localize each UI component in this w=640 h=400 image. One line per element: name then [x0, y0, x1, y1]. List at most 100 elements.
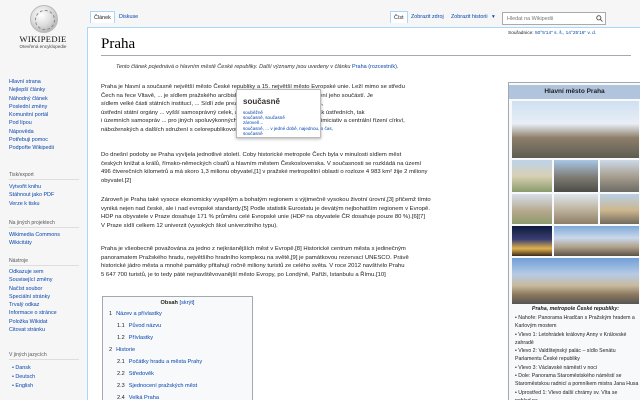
projects-heading[interactable]: Na jiných projektech: [9, 220, 79, 228]
paragraph-line: V Praze sídlí celkem 12 univerzit (vysok…: [101, 222, 278, 229]
sidebar-tool-link-2[interactable]: Načíst soubor: [9, 285, 87, 293]
infobox-caption-line: • Vlevo 1: Letohrádek královny Anny v Kr…: [515, 331, 627, 338]
sidebar-nav-link-3[interactable]: Poslední změny: [9, 103, 87, 111]
toc-item-label: Historie: [116, 347, 136, 353]
toc-item-number: 1: [109, 311, 113, 317]
sidebar-project-link-0[interactable]: Wikimedia Commons: [9, 231, 87, 239]
toc-item[interactable]: 2.1 Počátky hradu a města Prahy: [117, 359, 202, 365]
sidebar-nav-link-5[interactable]: Pod lípou: [9, 119, 87, 127]
table-of-contents: Obsah [skrýt] 1 Název a přívlastky 1.1 Půvo…: [102, 296, 253, 400]
toc-item[interactable]: 2.3 Sjednocení pražských měst: [117, 383, 197, 389]
photo-st-vitus-cathedral[interactable]: [554, 160, 598, 192]
coordinates: Souřadnice: 50°5′14″ s. š., 14°25′16″ v.…: [508, 31, 596, 36]
paragraph-tourism: Praha je všeobecně považována za jedno z…: [101, 245, 505, 279]
tab-read[interactable]: Číst: [390, 11, 408, 23]
toc-item[interactable]: 2 Historie: [109, 347, 135, 353]
language-link-0[interactable]: • Dansk: [12, 364, 35, 373]
sidebar-nav-link-2[interactable]: Náhodný článek: [9, 95, 87, 103]
title-divider: [101, 55, 631, 56]
sidebar-print-link-2[interactable]: Verze k tisku: [9, 200, 87, 208]
photo-church[interactable]: [600, 160, 639, 192]
article-content: Souřadnice: 50°5′14″ s. š., 14°25′16″ v.…: [87, 27, 640, 400]
photo-old-town-square[interactable]: [512, 258, 639, 304]
toc-item-number: 2.4: [117, 395, 125, 400]
more-menu-icon[interactable]: ▾: [489, 11, 498, 23]
sidebar-tool-link-1[interactable]: Související změny: [9, 276, 87, 284]
search-input[interactable]: Hledat na Wikipedii: [502, 12, 606, 25]
language-link-1[interactable]: • Deutsch: [12, 373, 35, 382]
toc-item-label: Sjednocení pražských měst: [128, 383, 198, 389]
languages-navigation: • Dansk • Deutsch • English: [12, 364, 35, 391]
sidebar-print-link-0[interactable]: Vytvořit knihu: [9, 183, 87, 191]
print-navigation: Vytvořit knihu Stáhnout jako PDF Verze k t…: [9, 183, 87, 208]
sidebar-nav-link-8[interactable]: Podpořte Wikipedii: [9, 144, 87, 152]
toc-item-label: Původ názvu: [128, 323, 162, 329]
photo-wenceslas-square-night[interactable]: [512, 226, 552, 256]
tab-discussion[interactable]: Diskuse: [116, 11, 141, 23]
coords-link[interactable]: 50°5′14″ s. š., 14°25′16″ v. d.: [535, 31, 596, 36]
tools-heading[interactable]: Nástroje: [9, 258, 79, 266]
toc-item-number: 1.2: [117, 335, 125, 341]
hatnote-text: Tento článek pojednává o hlavním městě Č…: [116, 64, 353, 70]
toc-item[interactable]: 2.4 Velká Praha: [117, 395, 159, 400]
photo-wallenstein-palace[interactable]: [512, 194, 552, 224]
language-link-2[interactable]: • English: [12, 382, 35, 391]
photo-dancing-house[interactable]: [554, 226, 639, 256]
tab-history[interactable]: Zobrazit historii: [448, 11, 491, 23]
search-placeholder: Hledat na Wikipedii: [507, 16, 554, 22]
toc-item-number: 1.1: [117, 323, 125, 329]
search-icon[interactable]: [596, 15, 603, 22]
sidebar-project-link-1[interactable]: Wikicitáty: [9, 239, 87, 247]
toc-item[interactable]: 1.1 Původ názvu: [117, 323, 161, 329]
paragraph-history: Do dnešní podoby se Praha vyvíjela jedno…: [101, 151, 505, 185]
infobox-caption-line: • Vlevo 3: Václavské náměstí v noci: [515, 364, 597, 371]
logo-wordmark: WIKIPEDIE: [19, 34, 67, 44]
wikipedia-logo[interactable]: WIKIPEDIE Otevřená encyklopedie: [14, 3, 72, 53]
sidebar-tool-link-3[interactable]: Speciální stránky: [9, 293, 87, 301]
hatnote-link[interactable]: Praha (rozcestník): [352, 64, 397, 70]
print-heading[interactable]: Tisk/export: [9, 172, 79, 180]
sidebar-tool-link-6[interactable]: Položka Wikidat: [9, 318, 87, 326]
infobox-caption-line: • Dole: Panorama Staroměstského náměstí …: [515, 373, 622, 380]
languages-heading[interactable]: V jiných jazycích: [9, 352, 79, 360]
photo-municipal-house[interactable]: [554, 194, 598, 224]
toc-item-number: 2.3: [117, 383, 125, 389]
sidebar-nav-link-6[interactable]: Nápověda: [9, 128, 87, 136]
tab-article[interactable]: Článek: [90, 11, 115, 23]
tab-view-source[interactable]: Zobrazit zdroj: [408, 11, 447, 23]
infobox-caption-line: Karlovým mostem: [515, 323, 557, 330]
sidebar-nav-link-0[interactable]: Hlavní strana: [9, 78, 87, 86]
logo-tagline: Otevřená encyklopedie: [19, 44, 67, 49]
paragraph-line: Zároveň je Praha také vysoce ekonomicky …: [101, 197, 431, 203]
main-navigation: Hlavní strana Nejlepší články Náhodný člán…: [9, 78, 87, 153]
sidebar-tool-link-4[interactable]: Trvalý odkaz: [9, 301, 87, 309]
sidebar-tool-link-0[interactable]: Odkazuje sem: [9, 268, 87, 276]
infobox-caption-line: Staroměstskou radnicí a pomníkem mistra …: [515, 381, 639, 388]
infobox-caption-list: • Nahoře: Panorama Hradčan s Pražským hr…: [515, 314, 639, 400]
toc-item[interactable]: 1.2 Přívlastky: [117, 335, 153, 341]
sidebar-nav-link-7[interactable]: Potřebuji pomoc: [9, 136, 87, 144]
hatnote: Tento článek pojednává o hlavním městě Č…: [116, 64, 398, 70]
sidebar-nav-link-4[interactable]: Komunitní portál: [9, 111, 87, 119]
photo-hradcany-panorama[interactable]: [512, 101, 639, 158]
paragraph-line: panoramatem Pražského hradu, největšího …: [101, 254, 409, 261]
toc-item[interactable]: 2.2 Středověk: [117, 371, 154, 377]
paragraph-line: obyvatel.[2]: [101, 177, 132, 184]
tooltip-definition-line[interactable]: současně: [243, 131, 263, 136]
infobox-caption-line: Parlamentu České republiky: [515, 356, 580, 363]
sidebar-nav-link-1[interactable]: Nejlepší články: [9, 86, 87, 94]
sidebar-print-link-1[interactable]: Stáhnout jako PDF: [9, 191, 87, 199]
sidebar-tool-link-7[interactable]: Citovat stránku: [9, 326, 87, 334]
infobox: Hlavní město Praha Praha, metropole Česk…: [508, 82, 640, 400]
sidebar-tool-link-5[interactable]: Informace o stránce: [9, 309, 87, 317]
tab-bar: Článek Diskuse Číst Zobrazit zdroj Zobra…: [86, 0, 640, 27]
photo-belvedere[interactable]: [512, 160, 552, 192]
paragraph-line: historické jádro města a mnohé památky p…: [101, 263, 405, 270]
photo-star-summer-palace[interactable]: [600, 194, 639, 224]
dictionary-tooltip[interactable]: současně souběžně současně, současně zárov…: [236, 89, 333, 138]
toc-item-number: 2.1: [117, 359, 125, 365]
toc-item[interactable]: 1 Název a přívlastky: [109, 311, 162, 317]
infobox-caption-line: • Uprostřed 1: Vlevo další chrámy sv. Ví…: [515, 389, 618, 396]
toc-hide-link[interactable]: [skrýt]: [180, 300, 195, 306]
paragraph-line: českých knížat a králů, římsko-německých…: [101, 160, 422, 167]
